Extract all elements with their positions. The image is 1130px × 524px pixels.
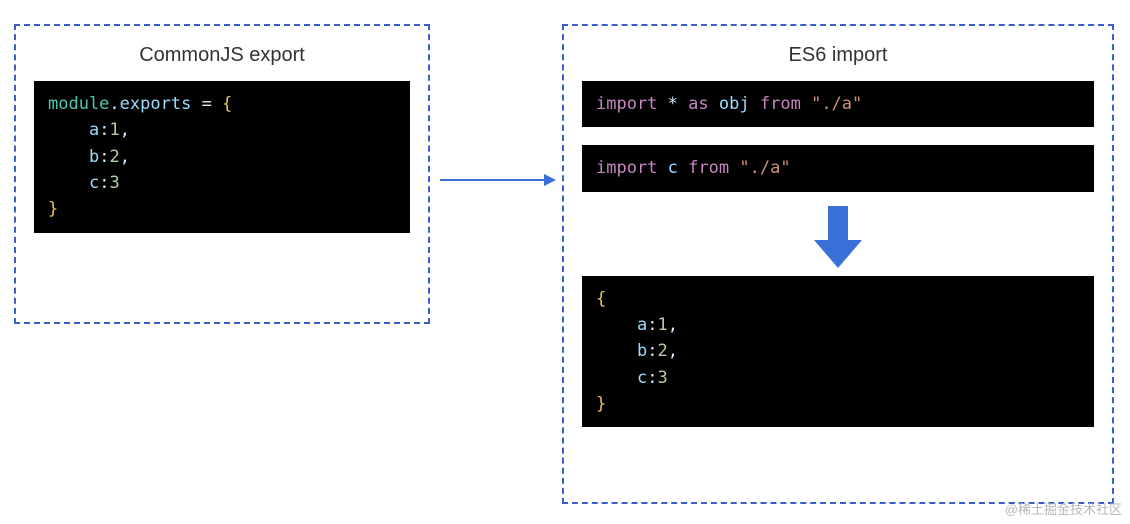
commonjs-export-code: module.exports = { a:1, b:2, c:3 }	[34, 81, 410, 233]
token-as: as	[688, 94, 708, 114]
token-import: import	[596, 94, 657, 114]
token-num-3: 3	[109, 173, 119, 193]
token-num-1: 1	[657, 315, 667, 335]
token-from: from	[688, 158, 729, 178]
token-module: module	[48, 94, 109, 114]
es6-import-default-code: import c from "./a"	[582, 145, 1094, 191]
token-colon: :	[99, 147, 109, 167]
token-path: "./a"	[811, 94, 862, 114]
token-comma: ,	[668, 315, 678, 335]
token-colon: :	[647, 315, 657, 335]
commonjs-export-title: CommonJS export	[16, 26, 428, 81]
token-from: from	[760, 94, 801, 114]
commonjs-export-panel: CommonJS export module.exports = { a:1, …	[14, 24, 430, 324]
token-star: *	[668, 94, 678, 114]
es6-import-star-code: import * as obj from "./a"	[582, 81, 1094, 127]
token-path: "./a"	[739, 158, 790, 178]
token-num-2: 2	[657, 341, 667, 361]
token-close-brace: }	[596, 394, 606, 414]
token-comma: ,	[120, 120, 130, 140]
token-assign: =	[191, 94, 222, 114]
token-colon: :	[99, 173, 109, 193]
token-key-c: c	[637, 368, 647, 388]
token-key-b: b	[637, 341, 647, 361]
token-dot: .	[109, 94, 119, 114]
token-num-2: 2	[109, 147, 119, 167]
token-open-brace: {	[222, 94, 232, 114]
token-key-b: b	[89, 147, 99, 167]
token-colon: :	[647, 368, 657, 388]
arrow-down-icon	[564, 206, 1112, 268]
token-key-a: a	[89, 120, 99, 140]
token-comma: ,	[668, 341, 678, 361]
token-exports: exports	[120, 94, 192, 114]
token-close-brace: }	[48, 199, 58, 219]
token-colon: :	[99, 120, 109, 140]
token-num-1: 1	[109, 120, 119, 140]
token-ident-c: c	[668, 158, 678, 178]
token-comma: ,	[120, 147, 130, 167]
token-colon: :	[647, 341, 657, 361]
token-num-3: 3	[657, 368, 667, 388]
token-key-a: a	[637, 315, 647, 335]
token-ident-obj: obj	[719, 94, 750, 114]
arrow-right-icon	[440, 170, 556, 190]
es6-import-title: ES6 import	[564, 26, 1112, 81]
watermark-text: @稀土掘金技术社区	[1005, 499, 1122, 518]
es6-import-result-code: { a:1, b:2, c:3 }	[582, 276, 1094, 428]
token-key-c: c	[89, 173, 99, 193]
es6-import-panel: ES6 import import * as obj from "./a" im…	[562, 24, 1114, 504]
token-import: import	[596, 158, 657, 178]
token-open-brace: {	[596, 289, 606, 309]
